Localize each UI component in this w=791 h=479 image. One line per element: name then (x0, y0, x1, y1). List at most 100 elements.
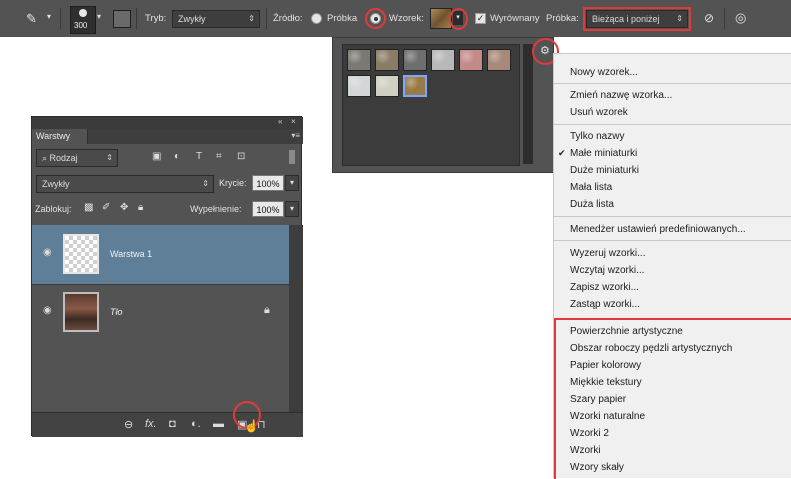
blend-mode-select[interactable]: Zwykły ⇕ (36, 175, 214, 193)
highlight-circle (365, 8, 386, 29)
opacity-label: Krycie: (219, 178, 247, 188)
lock-transparency-icon[interactable]: ▩ (84, 202, 93, 213)
filter-row: ⌕ Rodzaj ⇕ ▣ ◐ T ⌗ ⊡ (32, 147, 303, 167)
mode-select[interactable]: Zwykły ⇕ (172, 10, 260, 28)
ignore-adjustment-layers-icon[interactable]: ⊘ (704, 11, 714, 25)
brush-size-value: 300 (74, 21, 88, 30)
layer-name[interactable]: Tło (110, 307, 123, 317)
select-arrows-icon: ⇕ (248, 14, 255, 23)
select-arrows-icon: ⇕ (106, 153, 113, 162)
lock-position-icon[interactable]: ✥ (120, 202, 128, 213)
fill-slider-icon[interactable]: ▾ (285, 201, 299, 217)
menu-item[interactable]: Wzory skały (570, 462, 624, 473)
brush-size-picker[interactable]: 300 (70, 6, 96, 34)
opacity-input[interactable]: 100% (252, 175, 284, 191)
layer-row[interactable]: ◉ Tło 🔒︎ (32, 284, 289, 340)
tool-preset-dropdown-icon[interactable]: ▾ (47, 12, 51, 21)
sample-label: Próbka: (546, 13, 579, 24)
menu-item[interactable]: Miękkie tekstury (570, 377, 642, 388)
filter-toggle[interactable] (289, 150, 295, 164)
layer-style-icon[interactable]: fx. (145, 418, 157, 430)
layer-row[interactable]: ◉ Warstwa 1 (32, 225, 289, 284)
panel-titlebar[interactable]: « × (32, 117, 303, 129)
pattern-swatch-4[interactable] (431, 49, 455, 71)
highlight-box (583, 7, 691, 31)
adjustment-filter-icon[interactable]: ◐ (174, 151, 180, 162)
mode-label: Tryb: (145, 13, 167, 24)
clone-source-panel-icon[interactable] (113, 10, 131, 28)
layer-name[interactable]: Warstwa 1 (110, 249, 152, 259)
layers-panel: « × Warstwy ▾≡ ⌕ Rodzaj ⇕ ▣ ◐ T ⌗ ⊡ Zwykł… (31, 116, 303, 437)
menu-item[interactable]: Powierzchnie artystyczne (570, 326, 683, 337)
pattern-swatch-9[interactable] (403, 75, 427, 97)
filter-kind-value: Rodzaj (49, 153, 78, 163)
lock-label: Zablokuj: (35, 204, 72, 214)
menu-item[interactable]: Wzorki naturalne (570, 411, 645, 422)
panel-menu-icon[interactable]: ▾≡ (291, 131, 300, 140)
pattern-scrollbar[interactable] (523, 44, 533, 164)
menu-item[interactable]: Wzorki (570, 445, 601, 456)
eye-icon[interactable]: ◉ (43, 247, 52, 258)
filter-kind-select[interactable]: ⌕ Rodzaj ⇕ (36, 149, 118, 167)
menu-item[interactable]: Usuń wzorek (570, 107, 628, 118)
fill-input[interactable]: 100% (252, 201, 284, 217)
eye-icon[interactable]: ◉ (43, 305, 52, 316)
adjustment-layer-icon[interactable]: ◐. (191, 418, 201, 430)
shape-filter-icon[interactable]: ⌗ (216, 151, 222, 162)
menu-item[interactable]: Nowy wzorek... (570, 67, 638, 78)
lock-all-icon[interactable]: 🔒︎ (138, 202, 143, 213)
menu-item[interactable]: Papier kolorowy (570, 360, 641, 371)
link-layers-icon[interactable]: ⊖ (124, 418, 133, 431)
menu-item[interactable]: Małe miniaturki (570, 148, 637, 159)
menu-item[interactable]: Menedżer ustawień predefiniowanych... (570, 224, 746, 235)
tab-layers[interactable]: Warstwy (32, 129, 88, 144)
collapse-icon[interactable]: « (278, 117, 282, 126)
pattern-picker-panel: ⚙ (332, 37, 559, 173)
layer-thumbnail[interactable] (63, 234, 99, 274)
options-bar: ✎ ▾ 300 ▾ Tryb: Zwykły ⇕ Źródło: Próbka W… (0, 0, 791, 37)
type-filter-icon[interactable]: T (196, 151, 202, 162)
source-sample-radio[interactable] (311, 13, 322, 24)
checkmark-icon: ✔ (558, 148, 566, 158)
aligned-checkbox[interactable]: ✓ (475, 13, 486, 24)
pattern-grid (342, 44, 520, 166)
menu-item[interactable]: Wzorki 2 (570, 428, 609, 439)
source-sample-label: Próbka (327, 13, 358, 24)
menu-item[interactable]: Zmień nazwę wzorka... (570, 90, 672, 101)
clone-stamp-tool-icon[interactable]: ✎ (26, 11, 37, 27)
source-pattern-label: Wzorek: (389, 13, 424, 24)
layer-thumbnail[interactable] (63, 292, 99, 332)
pattern-swatch-6[interactable] (487, 49, 511, 71)
close-icon[interactable]: × (291, 117, 296, 126)
highlight-circle (449, 8, 468, 30)
opacity-slider-icon[interactable]: ▾ (285, 175, 299, 191)
new-group-icon[interactable]: ▬ (213, 418, 224, 430)
menu-item[interactable]: Tylko nazwy (570, 131, 624, 142)
pattern-swatch-3[interactable] (403, 49, 427, 71)
menu-item[interactable]: Wczytaj wzorki... (570, 265, 644, 276)
lock-icon: 🔒︎ (264, 304, 270, 316)
lock-pixels-icon[interactable]: ✐ (102, 202, 110, 213)
menu-item[interactable]: Szary papier (570, 394, 626, 405)
image-filter-icon[interactable]: ▣ (152, 151, 161, 162)
pressure-size-icon[interactable]: ◎ (735, 10, 746, 26)
menu-item[interactable]: Wyzeruj wzorki... (570, 248, 645, 259)
blend-row: Zwykły ⇕ Krycie: 100% ▾ (32, 173, 303, 193)
pattern-swatch-8[interactable] (375, 75, 399, 97)
pattern-swatch-2[interactable] (375, 49, 399, 71)
add-mask-icon[interactable]: ◘ (169, 418, 176, 430)
smart-object-filter-icon[interactable]: ⊡ (237, 151, 245, 162)
menu-item[interactable]: Mała lista (570, 182, 612, 193)
pattern-swatch-5[interactable] (459, 49, 483, 71)
layers-scrollbar[interactable] (289, 225, 303, 412)
pattern-swatch-7[interactable] (347, 75, 371, 97)
menu-item[interactable]: Zapisz wzorki... (570, 282, 639, 293)
menu-item[interactable]: Duże miniaturki (570, 165, 639, 176)
menu-item[interactable]: Zastąp wzorki... (570, 299, 640, 310)
pattern-swatch-1[interactable] (347, 49, 371, 71)
menu-item[interactable]: Duża lista (570, 199, 614, 210)
select-arrows-icon: ⇕ (202, 179, 209, 188)
menu-item[interactable]: Obszar roboczy pędzli artystycznych (570, 343, 732, 354)
brush-picker-arrow-icon[interactable]: ▾ (97, 12, 101, 21)
pattern-options-menu: Nowy wzorek... Zmień nazwę wzorka... Usu… (553, 53, 791, 479)
